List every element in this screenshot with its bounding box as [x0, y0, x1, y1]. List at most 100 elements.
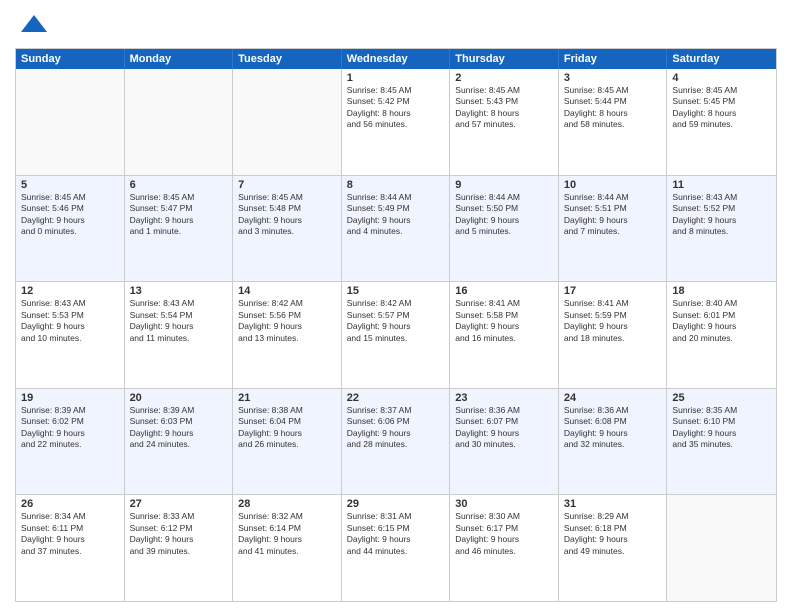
day-info: Sunrise: 8:42 AM Sunset: 5:57 PM Dayligh…: [347, 298, 445, 344]
day-info: Sunrise: 8:39 AM Sunset: 6:03 PM Dayligh…: [130, 405, 228, 451]
day-number: 14: [238, 285, 336, 297]
day-number: 27: [130, 498, 228, 510]
day-number: 4: [672, 72, 771, 84]
header-day-monday: Monday: [125, 49, 234, 69]
day-info: Sunrise: 8:31 AM Sunset: 6:15 PM Dayligh…: [347, 511, 445, 557]
day-info: Sunrise: 8:45 AM Sunset: 5:43 PM Dayligh…: [455, 85, 553, 131]
calendar-cell: 16Sunrise: 8:41 AM Sunset: 5:58 PM Dayli…: [450, 282, 559, 388]
day-number: 19: [21, 392, 119, 404]
day-info: Sunrise: 8:44 AM Sunset: 5:50 PM Dayligh…: [455, 192, 553, 238]
day-number: 17: [564, 285, 662, 297]
calendar: SundayMondayTuesdayWednesdayThursdayFrid…: [15, 48, 777, 602]
calendar-cell: 23Sunrise: 8:36 AM Sunset: 6:07 PM Dayli…: [450, 389, 559, 495]
day-number: 29: [347, 498, 445, 510]
day-number: 21: [238, 392, 336, 404]
day-number: 24: [564, 392, 662, 404]
day-number: 5: [21, 179, 119, 191]
day-info: Sunrise: 8:37 AM Sunset: 6:06 PM Dayligh…: [347, 405, 445, 451]
day-info: Sunrise: 8:36 AM Sunset: 6:08 PM Dayligh…: [564, 405, 662, 451]
calendar-cell: 12Sunrise: 8:43 AM Sunset: 5:53 PM Dayli…: [16, 282, 125, 388]
day-info: Sunrise: 8:38 AM Sunset: 6:04 PM Dayligh…: [238, 405, 336, 451]
header-day-friday: Friday: [559, 49, 668, 69]
day-info: Sunrise: 8:43 AM Sunset: 5:52 PM Dayligh…: [672, 192, 771, 238]
calendar-cell: 2Sunrise: 8:45 AM Sunset: 5:43 PM Daylig…: [450, 69, 559, 175]
logo-icon: [19, 10, 49, 40]
calendar-body: 1Sunrise: 8:45 AM Sunset: 5:42 PM Daylig…: [16, 69, 776, 601]
day-info: Sunrise: 8:36 AM Sunset: 6:07 PM Dayligh…: [455, 405, 553, 451]
day-number: 28: [238, 498, 336, 510]
day-info: Sunrise: 8:43 AM Sunset: 5:54 PM Dayligh…: [130, 298, 228, 344]
header-day-tuesday: Tuesday: [233, 49, 342, 69]
calendar-cell: [667, 495, 776, 601]
calendar-cell: 29Sunrise: 8:31 AM Sunset: 6:15 PM Dayli…: [342, 495, 451, 601]
day-info: Sunrise: 8:30 AM Sunset: 6:17 PM Dayligh…: [455, 511, 553, 557]
calendar-cell: 15Sunrise: 8:42 AM Sunset: 5:57 PM Dayli…: [342, 282, 451, 388]
day-info: Sunrise: 8:32 AM Sunset: 6:14 PM Dayligh…: [238, 511, 336, 557]
calendar-header: SundayMondayTuesdayWednesdayThursdayFrid…: [16, 49, 776, 69]
calendar-cell: 14Sunrise: 8:42 AM Sunset: 5:56 PM Dayli…: [233, 282, 342, 388]
calendar-cell: 11Sunrise: 8:43 AM Sunset: 5:52 PM Dayli…: [667, 176, 776, 282]
day-number: 26: [21, 498, 119, 510]
calendar-row-2: 12Sunrise: 8:43 AM Sunset: 5:53 PM Dayli…: [16, 281, 776, 388]
day-number: 23: [455, 392, 553, 404]
day-info: Sunrise: 8:35 AM Sunset: 6:10 PM Dayligh…: [672, 405, 771, 451]
calendar-cell: 10Sunrise: 8:44 AM Sunset: 5:51 PM Dayli…: [559, 176, 668, 282]
day-number: 10: [564, 179, 662, 191]
calendar-cell: [233, 69, 342, 175]
calendar-cell: 6Sunrise: 8:45 AM Sunset: 5:47 PM Daylig…: [125, 176, 234, 282]
calendar-cell: 24Sunrise: 8:36 AM Sunset: 6:08 PM Dayli…: [559, 389, 668, 495]
header: [15, 10, 777, 40]
day-info: Sunrise: 8:41 AM Sunset: 5:59 PM Dayligh…: [564, 298, 662, 344]
calendar-cell: 3Sunrise: 8:45 AM Sunset: 5:44 PM Daylig…: [559, 69, 668, 175]
day-number: 11: [672, 179, 771, 191]
day-info: Sunrise: 8:44 AM Sunset: 5:49 PM Dayligh…: [347, 192, 445, 238]
header-day-thursday: Thursday: [450, 49, 559, 69]
day-number: 25: [672, 392, 771, 404]
day-number: 13: [130, 285, 228, 297]
day-number: 12: [21, 285, 119, 297]
day-info: Sunrise: 8:45 AM Sunset: 5:45 PM Dayligh…: [672, 85, 771, 131]
calendar-cell: [16, 69, 125, 175]
day-info: Sunrise: 8:45 AM Sunset: 5:44 PM Dayligh…: [564, 85, 662, 131]
calendar-cell: 17Sunrise: 8:41 AM Sunset: 5:59 PM Dayli…: [559, 282, 668, 388]
calendar-cell: 7Sunrise: 8:45 AM Sunset: 5:48 PM Daylig…: [233, 176, 342, 282]
calendar-cell: [125, 69, 234, 175]
day-info: Sunrise: 8:44 AM Sunset: 5:51 PM Dayligh…: [564, 192, 662, 238]
day-number: 16: [455, 285, 553, 297]
day-info: Sunrise: 8:42 AM Sunset: 5:56 PM Dayligh…: [238, 298, 336, 344]
calendar-cell: 9Sunrise: 8:44 AM Sunset: 5:50 PM Daylig…: [450, 176, 559, 282]
header-day-sunday: Sunday: [16, 49, 125, 69]
day-info: Sunrise: 8:40 AM Sunset: 6:01 PM Dayligh…: [672, 298, 771, 344]
day-number: 18: [672, 285, 771, 297]
calendar-row-1: 5Sunrise: 8:45 AM Sunset: 5:46 PM Daylig…: [16, 175, 776, 282]
calendar-cell: 26Sunrise: 8:34 AM Sunset: 6:11 PM Dayli…: [16, 495, 125, 601]
header-day-saturday: Saturday: [667, 49, 776, 69]
day-number: 31: [564, 498, 662, 510]
day-number: 15: [347, 285, 445, 297]
day-number: 2: [455, 72, 553, 84]
day-number: 1: [347, 72, 445, 84]
calendar-cell: 30Sunrise: 8:30 AM Sunset: 6:17 PM Dayli…: [450, 495, 559, 601]
calendar-cell: 31Sunrise: 8:29 AM Sunset: 6:18 PM Dayli…: [559, 495, 668, 601]
calendar-cell: 21Sunrise: 8:38 AM Sunset: 6:04 PM Dayli…: [233, 389, 342, 495]
calendar-cell: 28Sunrise: 8:32 AM Sunset: 6:14 PM Dayli…: [233, 495, 342, 601]
day-info: Sunrise: 8:29 AM Sunset: 6:18 PM Dayligh…: [564, 511, 662, 557]
day-info: Sunrise: 8:45 AM Sunset: 5:47 PM Dayligh…: [130, 192, 228, 238]
header-day-wednesday: Wednesday: [342, 49, 451, 69]
day-info: Sunrise: 8:45 AM Sunset: 5:48 PM Dayligh…: [238, 192, 336, 238]
calendar-row-0: 1Sunrise: 8:45 AM Sunset: 5:42 PM Daylig…: [16, 69, 776, 175]
calendar-cell: 18Sunrise: 8:40 AM Sunset: 6:01 PM Dayli…: [667, 282, 776, 388]
day-number: 9: [455, 179, 553, 191]
calendar-cell: 19Sunrise: 8:39 AM Sunset: 6:02 PM Dayli…: [16, 389, 125, 495]
calendar-cell: 4Sunrise: 8:45 AM Sunset: 5:45 PM Daylig…: [667, 69, 776, 175]
day-info: Sunrise: 8:34 AM Sunset: 6:11 PM Dayligh…: [21, 511, 119, 557]
calendar-cell: 27Sunrise: 8:33 AM Sunset: 6:12 PM Dayli…: [125, 495, 234, 601]
calendar-cell: 1Sunrise: 8:45 AM Sunset: 5:42 PM Daylig…: [342, 69, 451, 175]
day-number: 7: [238, 179, 336, 191]
calendar-row-4: 26Sunrise: 8:34 AM Sunset: 6:11 PM Dayli…: [16, 494, 776, 601]
day-number: 22: [347, 392, 445, 404]
day-info: Sunrise: 8:43 AM Sunset: 5:53 PM Dayligh…: [21, 298, 119, 344]
day-info: Sunrise: 8:39 AM Sunset: 6:02 PM Dayligh…: [21, 405, 119, 451]
day-number: 8: [347, 179, 445, 191]
calendar-cell: 5Sunrise: 8:45 AM Sunset: 5:46 PM Daylig…: [16, 176, 125, 282]
